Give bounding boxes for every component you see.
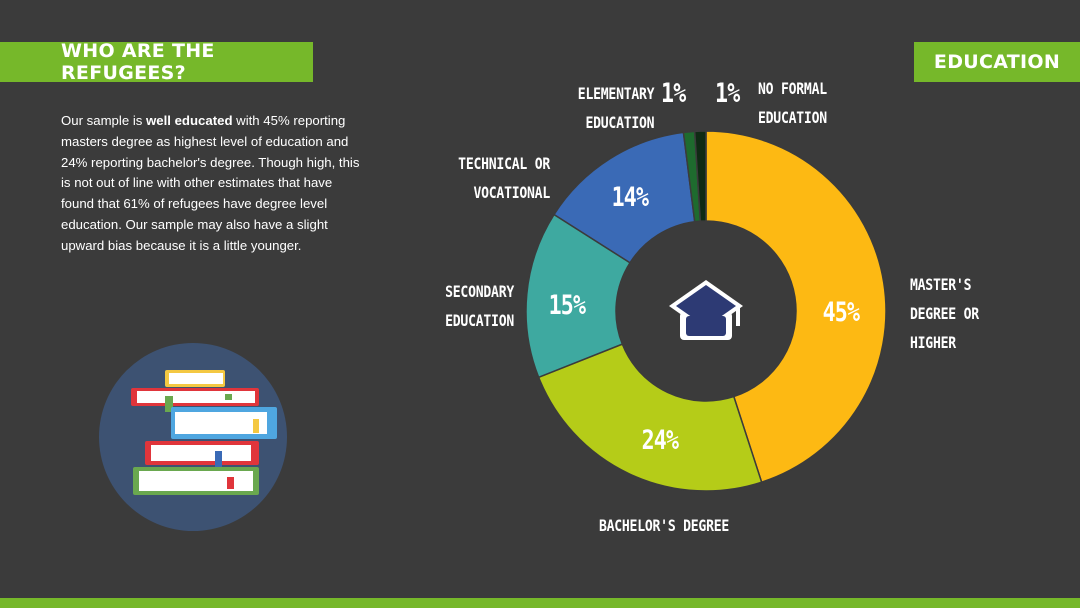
label-line: MASTER'S xyxy=(910,275,972,294)
label-line: NO FORMAL xyxy=(758,79,827,98)
label-line: EDUCATION xyxy=(758,108,827,127)
label-technical: TECHNICAL OR VOCATIONAL xyxy=(458,149,550,207)
label-line: VOCATIONAL xyxy=(473,183,550,202)
label-secondary: SECONDARY EDUCATION xyxy=(445,277,514,335)
label-line: EDUCATION xyxy=(445,311,514,330)
pct-noformal: 1% xyxy=(715,78,740,109)
pct-secondary: 15% xyxy=(548,290,586,321)
label-line: SECONDARY xyxy=(445,282,514,301)
label-line: ELEMENTARY xyxy=(577,84,654,103)
pct-elementary: 1% xyxy=(661,78,686,109)
label-line: BACHELOR'S DEGREE xyxy=(598,516,730,535)
label-bachelors: BACHELOR'S DEGREE xyxy=(590,511,738,540)
label-line: HIGHER xyxy=(910,333,956,352)
label-masters: MASTER'S DEGREE OR HIGHER xyxy=(910,270,979,357)
label-elementary: ELEMENTARY EDUCATION xyxy=(577,79,654,137)
label-line: EDUCATION xyxy=(585,113,654,132)
pct-bachelors: 24% xyxy=(641,425,679,456)
label-line: DEGREE OR xyxy=(910,304,979,323)
bottom-accent-bar xyxy=(0,598,1080,608)
label-line: TECHNICAL OR xyxy=(458,154,550,173)
pct-technical: 14% xyxy=(611,182,649,213)
pct-masters: 45% xyxy=(822,297,860,328)
label-noformal: NO FORMAL EDUCATION xyxy=(758,74,827,132)
